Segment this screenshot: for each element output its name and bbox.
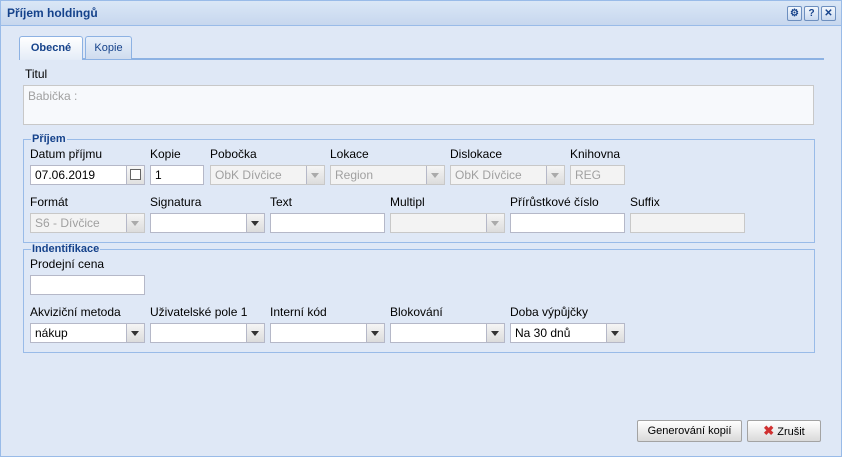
uzivatelske-pole-label: Uživatelské pole 1 <box>150 305 248 319</box>
interni-kod-select[interactable] <box>270 323 385 343</box>
dislokace-value: ObK Dívčice <box>455 168 522 182</box>
doba-vypujcky-label: Doba výpůjčky <box>510 305 589 319</box>
chevron-down-icon[interactable] <box>306 166 324 184</box>
chevron-down-icon[interactable] <box>426 166 444 184</box>
uzivatelske-pole-select[interactable] <box>150 323 265 343</box>
datum-prijmu-label: Datum příjmu <box>30 147 103 161</box>
title-bar[interactable]: Příjem holdingů ⚙ ? ✕ <box>1 1 841 26</box>
pobocka-value: ObK Dívčice <box>215 168 282 182</box>
tab-obecne[interactable]: Obecné <box>19 36 83 60</box>
knihovna-field[interactable]: REG <box>570 165 625 185</box>
multipl-select[interactable] <box>390 213 505 233</box>
doba-vypujcky-value: Na 30 dnů <box>515 326 571 340</box>
akvizicni-metoda-value: nákup <box>35 326 68 340</box>
cancel-label: Zrušit <box>777 426 805 438</box>
dialog-window: Příjem holdingů ⚙ ? ✕ Obecné Kopie Titul… <box>0 0 842 457</box>
signatura-label: Signatura <box>150 195 202 209</box>
chevron-down-icon[interactable] <box>486 324 504 342</box>
format-label: Formát <box>30 195 69 209</box>
window-title: Příjem holdingů <box>7 6 98 20</box>
titul-field[interactable]: Babička : <box>23 85 814 125</box>
text-label: Text <box>270 195 293 209</box>
kopie-field[interactable]: 1 <box>150 165 204 185</box>
tab-strip-line <box>19 58 824 60</box>
chevron-down-icon[interactable] <box>606 324 624 342</box>
chevron-down-icon[interactable] <box>126 324 144 342</box>
prirustkove-cislo-label: Přírůstkové číslo <box>510 195 599 209</box>
dislokace-select[interactable]: ObK Dívčice <box>450 165 565 185</box>
cancel-button[interactable]: ✖ Zrušit <box>747 420 821 442</box>
dislokace-label: Dislokace <box>450 147 503 161</box>
chevron-down-icon[interactable] <box>246 324 264 342</box>
doba-vypujcky-select[interactable]: Na 30 dnů <box>510 323 625 343</box>
signatura-select[interactable] <box>150 213 265 233</box>
chevron-down-icon[interactable] <box>126 214 144 232</box>
chevron-down-icon[interactable] <box>486 214 504 232</box>
tab-kopie[interactable]: Kopie <box>85 36 132 59</box>
format-select[interactable]: S6 - Dívčice <box>30 213 145 233</box>
calendar-icon[interactable] <box>126 166 144 184</box>
pobocka-label: Pobočka <box>210 147 257 161</box>
prodejni-cena-label: Prodejní cena <box>30 257 105 271</box>
format-value: S6 - Dívčice <box>35 216 100 230</box>
chevron-down-icon[interactable] <box>246 214 264 232</box>
chevron-down-icon[interactable] <box>546 166 564 184</box>
lokace-select[interactable]: Region <box>330 165 445 185</box>
suffix-field[interactable] <box>630 213 745 233</box>
knihovna-label: Knihovna <box>570 147 621 161</box>
identifikace-legend: Indentifikace <box>31 243 101 255</box>
akvizicni-metoda-select[interactable]: nákup <box>30 323 145 343</box>
interni-kod-label: Interní kód <box>270 305 327 319</box>
help-icon[interactable]: ? <box>804 6 819 21</box>
close-icon[interactable]: ✕ <box>821 6 836 21</box>
suffix-label: Suffix <box>630 195 660 209</box>
blokovani-label: Blokování <box>390 305 443 319</box>
blokovani-select[interactable] <box>390 323 505 343</box>
lokace-value: Region <box>335 168 374 182</box>
gear-icon[interactable]: ⚙ <box>787 6 802 21</box>
prirustkove-cislo-field[interactable] <box>510 213 625 233</box>
pobocka-select[interactable]: ObK Dívčice <box>210 165 325 185</box>
text-field[interactable] <box>270 213 385 233</box>
generate-copies-button[interactable]: Generování kopií <box>637 420 742 442</box>
datum-prijmu-value: 07.06.2019 <box>35 168 96 182</box>
akvizicni-metoda-label: Akviziční metoda <box>30 305 121 319</box>
prodejni-cena-field[interactable] <box>30 275 145 295</box>
chevron-down-icon[interactable] <box>366 324 384 342</box>
multipl-label: Multipl <box>390 195 425 209</box>
kopie-label: Kopie <box>150 147 181 161</box>
lokace-label: Lokace <box>330 147 369 161</box>
prijem-legend: Příjem <box>31 133 67 145</box>
cancel-icon: ✖ <box>763 423 775 438</box>
titul-label: Titul <box>25 67 48 81</box>
datum-prijmu-field[interactable]: 07.06.2019 <box>30 165 145 185</box>
